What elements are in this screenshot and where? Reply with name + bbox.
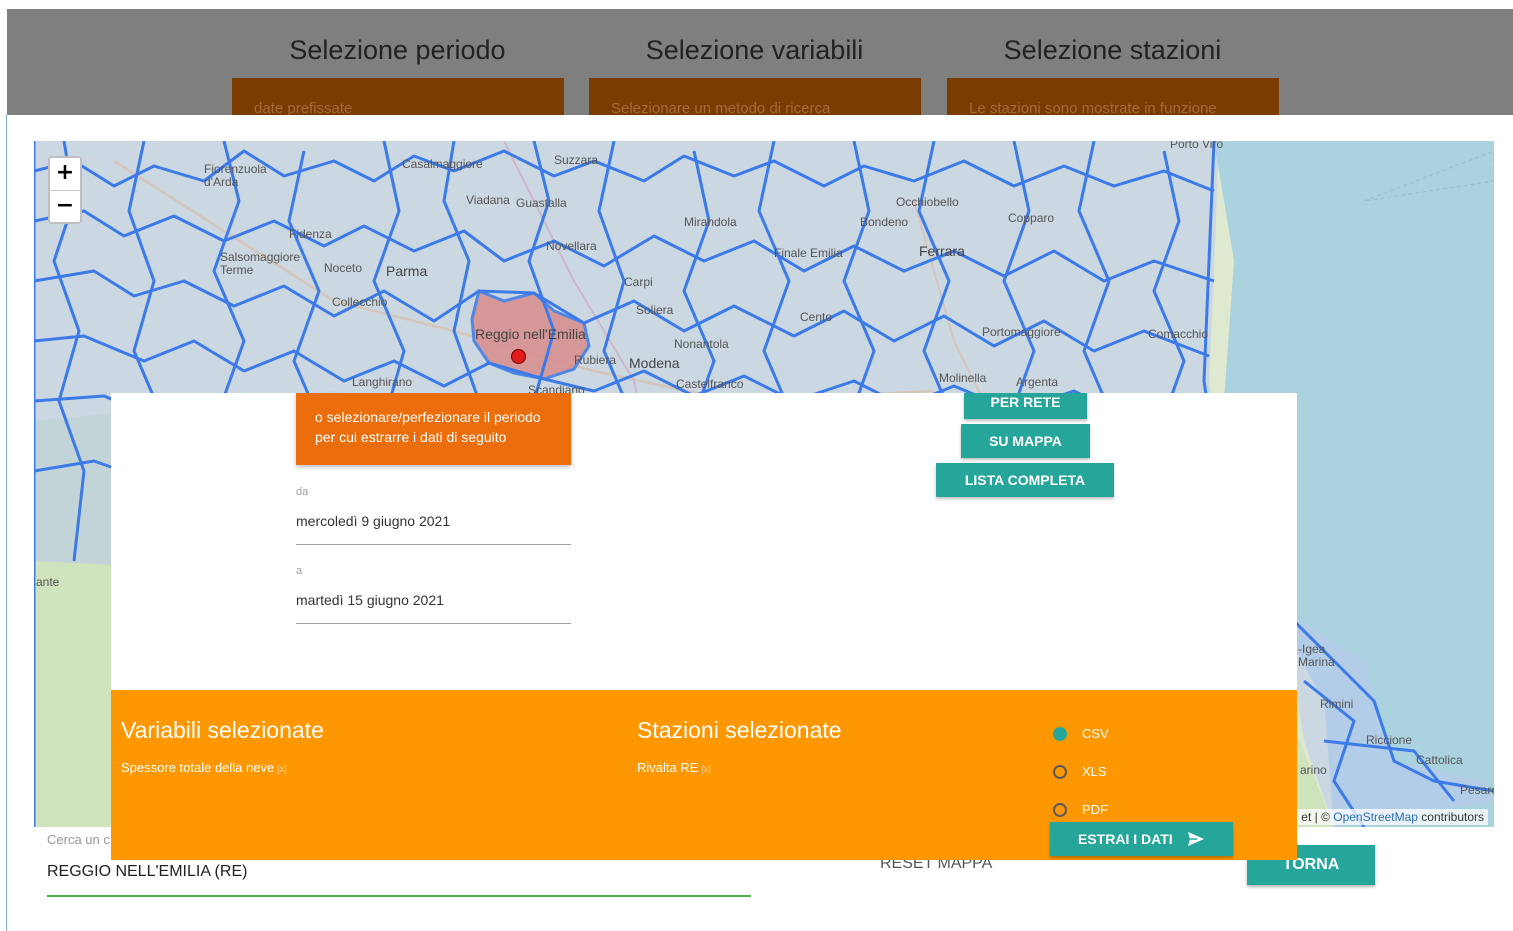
- selected-variable: Spessore totale della neve [x]: [121, 760, 287, 775]
- step-title-periodo: Selezione periodo: [289, 35, 506, 65]
- period-hint: o selezionare/perfezionare il periodo pe…: [296, 393, 571, 465]
- station-name: Rivalta RE: [637, 760, 699, 775]
- step-box-stazioni[interactable]: Le stazioni sono mostrate in funzione: [947, 78, 1279, 115]
- extract-data-button[interactable]: ESTRAI I DATI: [1050, 822, 1233, 856]
- attribution-suffix: contributors: [1417, 810, 1484, 824]
- map-label: Pesaro: [1460, 783, 1494, 797]
- map-label: Novellara: [546, 239, 597, 253]
- map-label: Mirandola: [684, 215, 737, 229]
- map-label: Portomaggiore: [982, 325, 1061, 339]
- format-radio-pdf[interactable]: PDF: [1053, 800, 1143, 820]
- wizard-header: Selezione periodo Selezione variabili Se…: [7, 9, 1513, 115]
- stations-title: Stazioni selezionate: [637, 717, 842, 743]
- comune-search-input[interactable]: REGGIO NELL'EMILIA (RE): [47, 861, 751, 897]
- map-label: Riccione: [1366, 733, 1413, 747]
- map-label: Casalmaggiore: [402, 157, 483, 171]
- format-label: CSV: [1082, 726, 1109, 741]
- per-rete-button[interactable]: PER RETE: [964, 393, 1087, 419]
- map-label: Reggio nell'Emilia: [475, 326, 586, 342]
- map-label: arino: [1300, 763, 1327, 777]
- selected-station: Rivalta RE [x]: [637, 760, 711, 775]
- app-root: Selezione periodo Selezione variabili Se…: [0, 0, 1513, 931]
- send-icon: [1188, 832, 1204, 846]
- map-label: Soliera: [636, 303, 674, 317]
- variables-title: Variabili selezionate: [121, 717, 324, 743]
- map-label: -Igea Marina: [1298, 642, 1335, 669]
- to-date-label: a: [296, 565, 303, 577]
- map-label: Copparo: [1008, 211, 1055, 225]
- map-label: Fiorenzuola d'Arda: [204, 162, 267, 189]
- map-label: Rubiera: [574, 353, 617, 367]
- step-title-stazioni: Selezione stazioni: [1003, 35, 1222, 65]
- map-label: Collecchio: [332, 295, 388, 309]
- map-label: Cento: [800, 310, 833, 324]
- to-date-input[interactable]: martedì 15 giugno 2021: [296, 592, 571, 624]
- map-label: Molinella: [939, 371, 987, 385]
- zoom-out-button[interactable]: −: [50, 190, 80, 222]
- lista-completa-button[interactable]: LISTA COMPLETA: [936, 463, 1114, 497]
- zoom-in-button[interactable]: +: [50, 158, 80, 190]
- map-label: Guastalla: [516, 196, 567, 210]
- map-label: Fidenza: [289, 227, 332, 241]
- page-left-border: [6, 115, 7, 931]
- map-label: Castelfranco: [676, 377, 744, 391]
- osm-link[interactable]: OpenStreetMap: [1333, 810, 1418, 824]
- remove-station-button[interactable]: [x]: [701, 764, 711, 774]
- map-label: ante: [36, 575, 60, 589]
- map-label: Ferrara: [919, 243, 965, 259]
- step-title-variabili: Selezione variabili: [645, 35, 864, 65]
- zoom-control: + −: [48, 156, 82, 224]
- format-label: XLS: [1082, 764, 1107, 779]
- map-label: Occhiobello: [896, 195, 959, 209]
- map-label: Bondeno: [860, 215, 909, 229]
- map-label: Comacchio: [1148, 327, 1209, 341]
- map-label: Suzzara: [554, 153, 599, 167]
- radio-checked-icon: [1053, 727, 1067, 741]
- search-label: Cerca un c: [47, 832, 110, 847]
- radio-unchecked-icon: [1053, 765, 1067, 779]
- format-radio-csv[interactable]: CSV: [1053, 724, 1143, 744]
- map-label: Nonantola: [674, 337, 729, 351]
- variable-name: Spessore totale della neve: [121, 760, 275, 775]
- radio-unchecked-icon: [1053, 803, 1067, 817]
- map-label: Salsomaggiore Terme: [220, 250, 301, 277]
- su-mappa-button[interactable]: SU MAPPA: [961, 424, 1090, 458]
- station-marker[interactable]: [511, 349, 526, 364]
- map-attribution: et | © OpenStreetMap contributors: [1297, 809, 1488, 825]
- map-label: Cattolica: [1416, 753, 1463, 767]
- attribution-prefix: et | ©: [1301, 810, 1334, 824]
- step-box-variabili[interactable]: Selezionare un metodo di ricerca: [589, 78, 921, 115]
- map-label: Carpi: [624, 275, 653, 289]
- map-label: Porto Viro: [1170, 141, 1224, 151]
- map-label: Parma: [386, 263, 428, 279]
- map-label: Noceto: [324, 261, 363, 275]
- map-label: Viadana: [466, 193, 510, 207]
- map-label: Langhirano: [352, 375, 413, 389]
- format-label: PDF: [1082, 802, 1108, 817]
- period-modal: o selezionare/perfezionare il periodo pe…: [111, 393, 1297, 860]
- from-date-input[interactable]: mercoledì 9 giugno 2021: [296, 513, 571, 545]
- from-date-label: da: [296, 486, 309, 498]
- map-label: Finale Emilia: [774, 246, 843, 260]
- step-box-periodo[interactable]: date prefissate: [232, 78, 564, 115]
- map-label: Rimini: [1320, 697, 1354, 711]
- map-label: Argenta: [1016, 375, 1059, 389]
- map-label: Modena: [629, 355, 680, 371]
- extract-label: ESTRAI I DATI: [1078, 831, 1173, 847]
- remove-variable-button[interactable]: [x]: [277, 764, 287, 774]
- format-radio-xls[interactable]: XLS: [1053, 762, 1143, 782]
